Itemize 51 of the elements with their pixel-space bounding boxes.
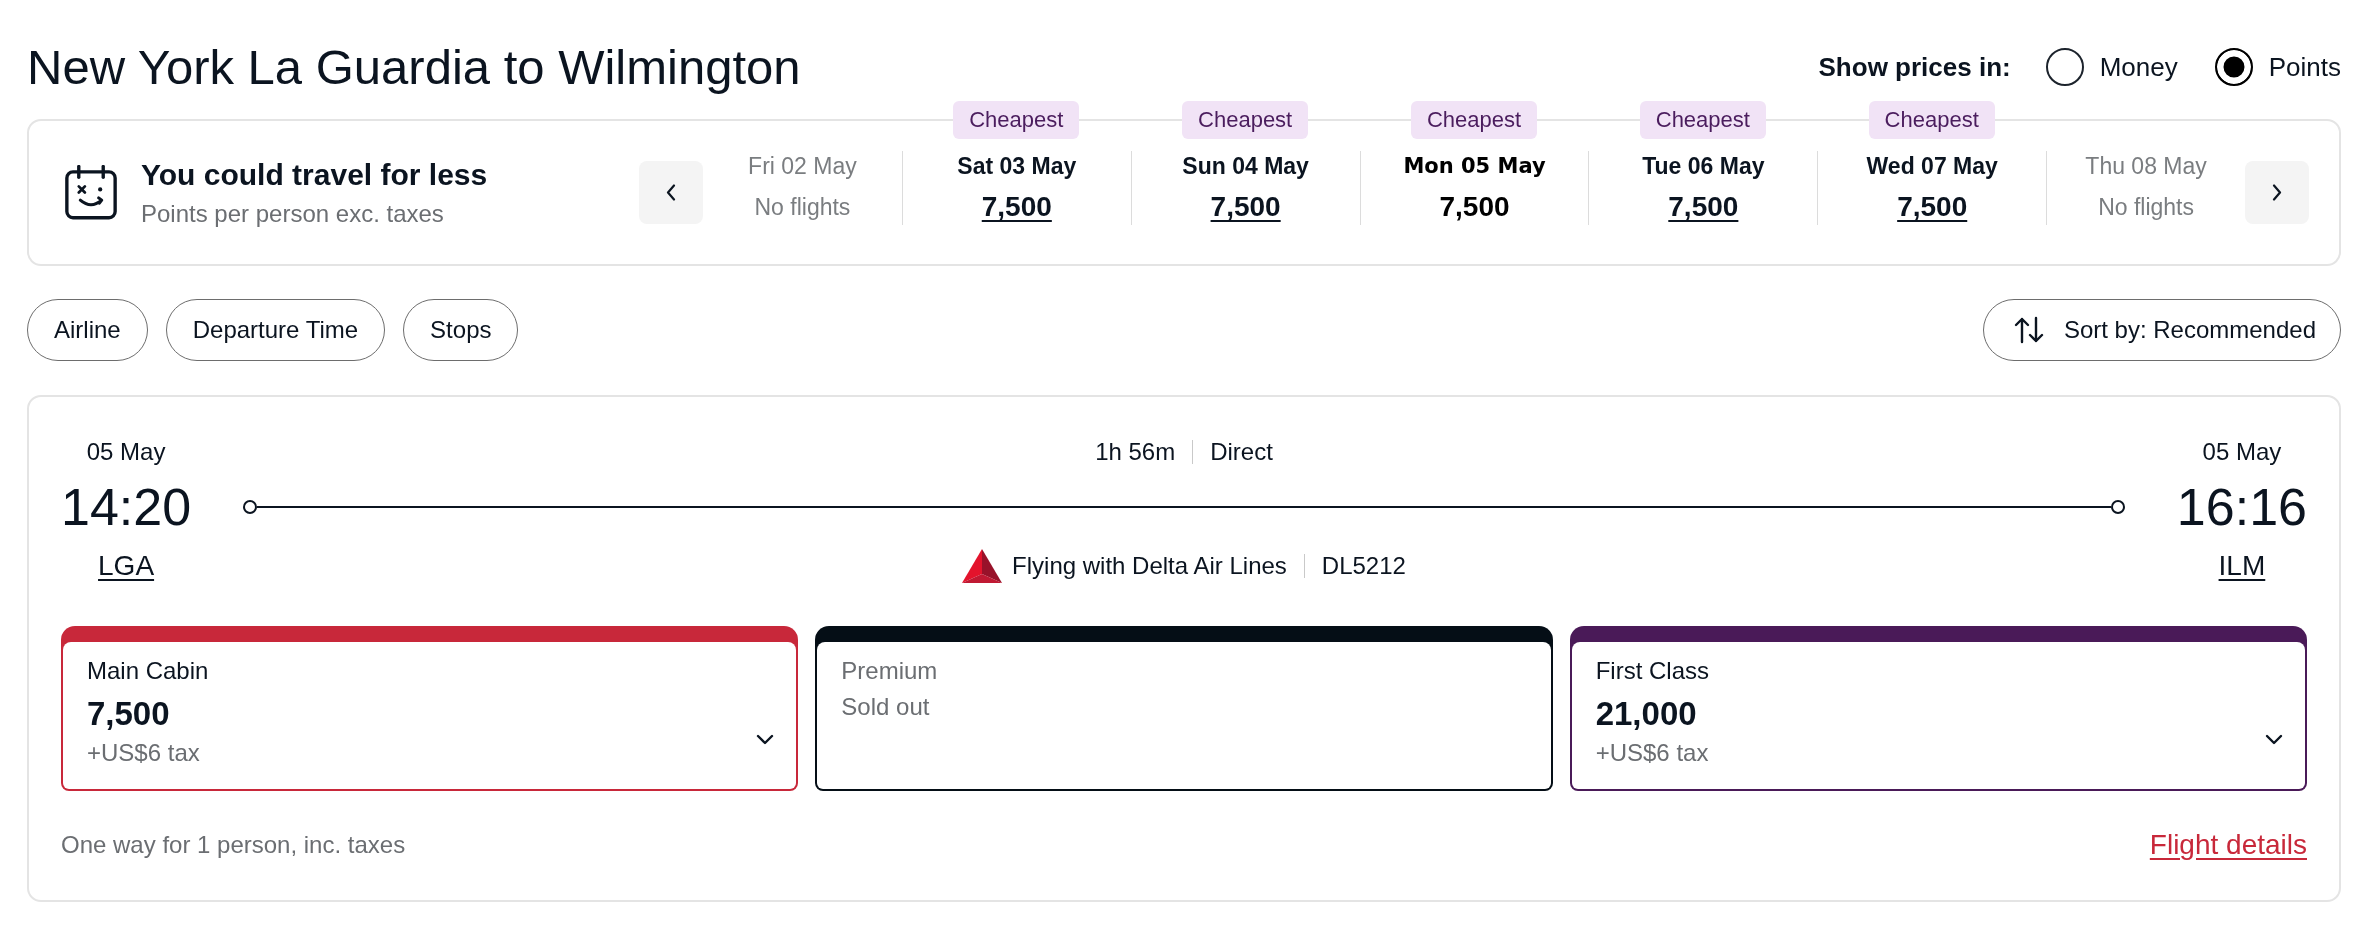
strip-title: You could travel for less	[141, 156, 488, 193]
option-label[interactable]: Points	[2268, 51, 2341, 83]
date-tab[interactable]: Mon 05 May 7,500	[1359, 151, 1589, 225]
filter-button[interactable]: Airline	[27, 299, 148, 361]
tax-label: +US$6 tax	[87, 738, 200, 768]
fare-price: 7,500	[87, 694, 170, 734]
date-tab[interactable]: Tue 06 May 7,500	[1588, 151, 1818, 225]
page-title: New York La Guardia to Wilmington	[27, 39, 801, 96]
airline-label: Flying with Delta Air Lines	[1012, 552, 1287, 580]
tax-label: +US$6 tax	[1595, 738, 1709, 768]
fare-card[interactable]: First Class 21,000 +US$6 tax	[1569, 626, 2307, 791]
stops-label: Direct	[1210, 438, 1273, 466]
fare-price: 21,000	[1595, 694, 1697, 734]
option-label[interactable]: Money	[2099, 51, 2178, 83]
flight-details-link[interactable]: Flight details	[2149, 828, 2307, 862]
deal-tag: Cheapest	[1868, 101, 1995, 139]
radio-button[interactable]	[2045, 48, 2084, 86]
date-tab[interactable]: Wed 07 May 7,500	[1817, 151, 2047, 225]
duration-label: 1h 56m	[1095, 438, 1176, 466]
calendar-icon	[65, 165, 117, 220]
flight-time: 16:16	[2176, 477, 2307, 537]
sort-button[interactable]: Sort by: Recommended	[1982, 299, 2341, 361]
deal-tag: Cheapest	[1182, 101, 1309, 139]
flight-date: 05 May	[86, 437, 166, 467]
toggle-label: Show prices in:	[1818, 51, 2011, 83]
filter-button[interactable]: Stops	[403, 299, 519, 361]
fare-note: One way for 1 person, inc. taxes	[61, 830, 406, 860]
filter-button[interactable]: Departure Time	[165, 299, 386, 361]
cabin-label: Main Cabin	[87, 656, 209, 686]
cabin-label: Premium	[841, 656, 938, 686]
airport-link[interactable]: ILM	[2218, 549, 2266, 583]
deal-tag: Cheapest	[1639, 101, 1766, 139]
airport-link[interactable]: LGA	[98, 549, 155, 583]
strip-subtitle: Points per person exc. taxes	[141, 198, 445, 229]
flight-date: 05 May	[2202, 437, 2282, 467]
flight-number: DL5212	[1321, 552, 1406, 580]
fare-card[interactable]: Main Cabin 7,500 +US$6 tax	[61, 626, 799, 791]
chevron-right-icon	[2272, 184, 2282, 201]
radio-button[interactable]	[2214, 48, 2253, 86]
flight-time: 14:20	[61, 477, 192, 537]
date-tab[interactable]: Sun 04 May 7,500	[1130, 151, 1360, 225]
chevron-down-icon	[2265, 734, 2283, 745]
cabin-label: First Class	[1595, 656, 1709, 686]
date-tab[interactable]: Sat 03 May 7,500	[901, 151, 1131, 225]
deal-tag: Cheapest	[1410, 101, 1538, 139]
deal-tag: Cheapest	[953, 101, 1080, 139]
triangle-logo-icon	[962, 549, 1003, 583]
chevron-left-icon	[666, 184, 676, 201]
sort-icon	[2013, 316, 2044, 344]
status-label: Sold out	[841, 692, 930, 722]
chevron-down-icon	[756, 734, 775, 745]
